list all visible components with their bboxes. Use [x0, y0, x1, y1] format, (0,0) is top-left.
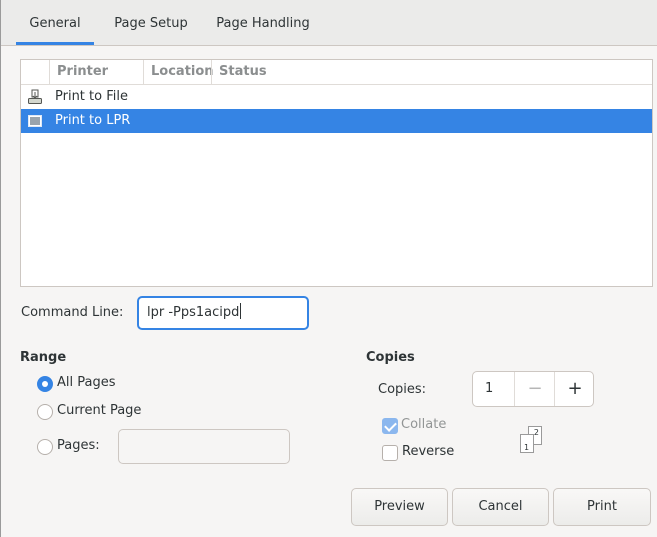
all-pages-label[interactable]: All Pages [57, 375, 116, 390]
copies-spinner[interactable]: 1 − + [472, 371, 594, 407]
printer-name: Print to LPR [55, 113, 131, 128]
copies-value[interactable]: 1 [485, 372, 493, 406]
column-location[interactable]: Location [143, 60, 214, 84]
cancel-button[interactable]: Cancel [452, 488, 549, 526]
collate-checkbox[interactable] [382, 418, 398, 434]
lpr-printer-icon [27, 113, 43, 129]
collate-page-front: 1 [520, 434, 534, 453]
pages-radio[interactable] [37, 439, 53, 455]
printer-list[interactable]: Printer Location Status Print to File Pr… [20, 59, 653, 287]
tab-bar: General Page Setup Page Handling [1, 0, 657, 46]
window-border [0, 0, 1, 537]
preview-button[interactable]: Preview [351, 488, 448, 526]
copies-decrement-button[interactable]: − [514, 372, 555, 406]
printer-row-file[interactable]: Print to File [21, 85, 652, 109]
file-printer-icon [27, 89, 43, 105]
pages-label[interactable]: Pages: [57, 438, 100, 453]
printer-name: Print to File [55, 89, 128, 104]
column-printer[interactable]: Printer [49, 60, 143, 84]
command-line-input[interactable]: lpr -Pps1acipd [137, 296, 309, 330]
printer-list-header: Printer Location Status [21, 60, 652, 85]
reverse-label[interactable]: Reverse [402, 444, 454, 459]
current-page-radio[interactable] [37, 404, 53, 420]
collate-label[interactable]: Collate [401, 417, 446, 432]
print-button[interactable]: Print [553, 488, 651, 526]
reverse-checkbox[interactable] [382, 445, 398, 461]
tab-page-setup[interactable]: Page Setup [109, 0, 193, 45]
all-pages-radio[interactable] [37, 376, 53, 392]
tab-page-handling[interactable]: Page Handling [208, 0, 318, 45]
tab-general[interactable]: General [16, 0, 94, 45]
copies-increment-button[interactable]: + [554, 372, 595, 406]
column-status[interactable]: Status [211, 60, 311, 84]
copies-label: Copies: [378, 382, 427, 397]
command-line-label: Command Line: [21, 305, 124, 320]
pages-input[interactable] [118, 429, 290, 464]
copies-title: Copies [366, 350, 415, 365]
printer-row-lpr[interactable]: Print to LPR [21, 109, 652, 133]
current-page-label[interactable]: Current Page [57, 403, 141, 418]
range-title: Range [20, 350, 67, 365]
